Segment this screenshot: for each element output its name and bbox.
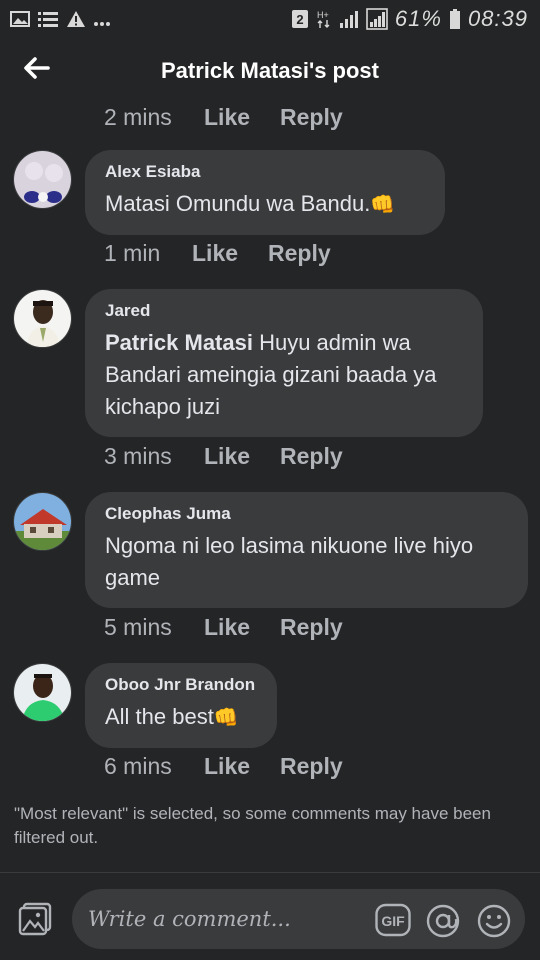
comment-author[interactable]: Jared [105, 301, 463, 321]
comment-time: 3 mins [104, 443, 172, 469]
like-button[interactable]: Like [204, 104, 280, 131]
comment-meta: 5 mins Like Reply [104, 614, 343, 641]
comment-time: 6 mins [104, 753, 172, 779]
gif-icon: GIF [375, 903, 411, 937]
comment-body: Matasi Omundu wa Bandu. [105, 191, 371, 216]
comment-bubble[interactable]: Jared Patrick Matasi Huyu admin wa Banda… [85, 289, 483, 437]
fist-emoji-icon: 👊 [213, 707, 239, 729]
like-button[interactable]: Like [204, 614, 280, 641]
mention-button[interactable] [425, 903, 461, 939]
page-title: Patrick Matasi's post [161, 58, 379, 83]
comment-text: Ngoma ni leo lasima nikuone live hiyo ga… [105, 530, 508, 594]
comment-text: Patrick Matasi Huyu admin wa Bandari ame… [105, 327, 463, 423]
photo-icon [17, 902, 53, 941]
comment-meta: 1 min Like Reply [104, 240, 331, 267]
comment-bubble[interactable]: Cleophas Juma Ngoma ni leo lasima nikuon… [85, 492, 528, 608]
battery-icon [449, 8, 461, 30]
photo-button[interactable] [17, 901, 53, 937]
reply-button[interactable]: Reply [280, 614, 343, 641]
svg-text:H+: H+ [317, 10, 329, 20]
signal-icon [366, 8, 388, 30]
filter-notice: "Most relevant" is selected, so some com… [14, 804, 491, 847]
back-button[interactable] [18, 52, 54, 88]
fist-emoji-icon: 👊 [370, 194, 396, 216]
sim-icon: 2 [291, 9, 309, 29]
sim-badge: 2 [296, 12, 303, 27]
comment-text: Matasi Omundu wa Bandu.👊 [105, 188, 425, 221]
avatar[interactable] [13, 289, 72, 348]
comment-time: 2 mins [104, 104, 172, 130]
comment-body: All the best [105, 704, 214, 729]
avatar[interactable] [13, 150, 72, 209]
image-icon [10, 10, 30, 28]
comment-author[interactable]: Alex Esiaba [105, 162, 425, 182]
comment-author[interactable]: Oboo Jnr Brandon [105, 675, 257, 695]
signal-icon [339, 9, 359, 29]
more-dots-icon [93, 10, 111, 28]
comment-author[interactable]: Cleophas Juma [105, 504, 508, 524]
reply-button[interactable]: Reply [280, 443, 343, 470]
like-button[interactable]: Like [204, 753, 280, 780]
comment-list: 2 mins Like Reply Alex Esiaba Matasi Omu… [0, 96, 540, 866]
mention-link[interactable]: Patrick Matasi [105, 330, 253, 355]
comment-text: All the best👊 [105, 701, 257, 734]
emoji-icon [477, 904, 511, 938]
status-bar: 2 H+ 61% 08:39 [0, 0, 540, 38]
hplus-icon: H+ [316, 9, 332, 29]
avatar[interactable] [13, 492, 72, 551]
clock: 08:39 [467, 6, 528, 31]
like-button[interactable]: Like [204, 443, 280, 470]
gif-label: GIF [381, 913, 405, 929]
reply-button[interactable]: Reply [280, 753, 343, 780]
emoji-button[interactable] [476, 903, 512, 939]
warning-icon [66, 10, 86, 28]
list-icon [37, 10, 59, 28]
reply-button[interactable]: Reply [280, 104, 343, 131]
gif-button[interactable]: GIF [375, 903, 411, 939]
comment-meta: 2 mins Like Reply [104, 104, 343, 131]
comment-composer: GIF [0, 872, 540, 960]
screen: 2 H+ 61% 08:39 Patrick Matasi's post 2 m… [0, 0, 540, 960]
battery-percent: 61% [394, 6, 442, 31]
mention-icon [426, 904, 460, 938]
avatar[interactable] [13, 663, 72, 722]
like-button[interactable]: Like [192, 240, 268, 267]
comment-time: 1 min [104, 240, 161, 266]
reply-button[interactable]: Reply [268, 240, 331, 267]
app-header: Patrick Matasi's post [0, 40, 540, 102]
comment-meta: 3 mins Like Reply [104, 443, 343, 470]
comment-bubble[interactable]: Alex Esiaba Matasi Omundu wa Bandu.👊 [85, 150, 445, 235]
comment-body: Ngoma ni leo lasima nikuone live hiyo ga… [105, 533, 474, 590]
back-arrow-icon [22, 56, 50, 85]
comment-time: 5 mins [104, 614, 172, 640]
comment-bubble[interactable]: Oboo Jnr Brandon All the best👊 [85, 663, 277, 748]
comment-meta: 6 mins Like Reply [104, 753, 343, 780]
